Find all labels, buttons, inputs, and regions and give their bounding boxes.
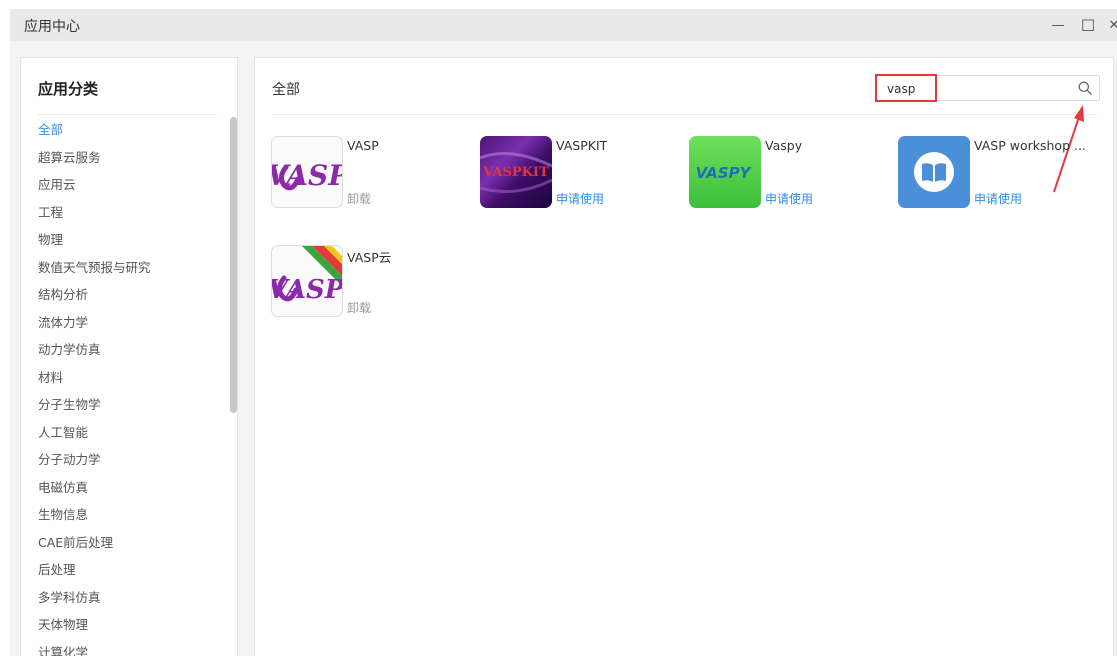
- category-item[interactable]: 分子生物学: [38, 396, 151, 424]
- uninstall-link[interactable]: 卸载: [347, 190, 371, 207]
- sidebar-title: 应用分类: [38, 80, 99, 98]
- search-highlight-box: [875, 74, 937, 102]
- app-name: VASP: [347, 138, 379, 153]
- category-item[interactable]: 电磁仿真: [38, 479, 151, 507]
- category-item[interactable]: 结构分析: [38, 286, 151, 314]
- category-item[interactable]: CAE前后处理: [38, 534, 151, 562]
- app-name: VASP云: [347, 250, 392, 265]
- app-name: VASP workshop ...: [974, 138, 1086, 153]
- category-list: 全部 超算云服务 应用云 工程 物理 数值天气预报与研究 结构分析 流体力学 动…: [38, 121, 151, 656]
- category-item[interactable]: 分子动力学: [38, 451, 151, 479]
- app-card-vaspy[interactable]: VASPY Vaspy 申请使用: [689, 136, 889, 216]
- category-item[interactable]: 生物信息: [38, 506, 151, 534]
- app-card-vasp[interactable]: VASP VASP 卸载: [271, 136, 471, 216]
- apply-link[interactable]: 申请使用: [556, 190, 604, 207]
- category-item[interactable]: 材料: [38, 369, 151, 397]
- search-icon[interactable]: [1077, 80, 1093, 96]
- apply-link[interactable]: 申请使用: [974, 190, 1022, 207]
- vaspy-logo-text: VASPY: [696, 164, 753, 182]
- category-item[interactable]: 天体物理: [38, 616, 151, 644]
- category-item[interactable]: 物理: [38, 231, 151, 259]
- category-item[interactable]: 人工智能: [38, 424, 151, 452]
- category-item[interactable]: 动力学仿真: [38, 341, 151, 369]
- category-item[interactable]: 多学科仿真: [38, 589, 151, 617]
- sidebar-scrollbar[interactable]: [230, 117, 237, 413]
- category-item[interactable]: 应用云: [38, 176, 151, 204]
- category-item[interactable]: 工程: [38, 204, 151, 232]
- maximize-icon: ☐: [1080, 15, 1096, 35]
- category-item[interactable]: 超算云服务: [38, 149, 151, 177]
- app-name: Vaspy: [765, 138, 803, 153]
- vaspkit-logo-text: VASPKIT: [482, 165, 549, 180]
- app-name: VASPKIT: [556, 138, 608, 153]
- minimize-button[interactable]: —: [1046, 13, 1070, 37]
- category-item[interactable]: 后处理: [38, 561, 151, 589]
- window-title: 应用中心: [24, 19, 80, 35]
- minimize-icon: —: [1051, 17, 1065, 33]
- category-item[interactable]: 流体力学: [38, 314, 151, 342]
- category-item[interactable]: 数值天气预报与研究: [38, 259, 151, 287]
- apply-link[interactable]: 申请使用: [765, 190, 813, 207]
- book-icon: [898, 136, 970, 208]
- category-sidebar: 应用分类 全部 超算云服务 应用云 工程 物理 数值天气预报与研究 结构分析 流…: [20, 57, 238, 656]
- window-titlebar: 应用中心 — ☐ ✕: [10, 9, 1117, 41]
- app-card-vasp-cloud[interactable]: VASP VASP云 卸载: [271, 245, 471, 325]
- vasp-logo-icon: VASP: [271, 136, 343, 208]
- vaspy-logo-icon: VASPY: [689, 136, 761, 208]
- category-heading: 全部: [272, 82, 300, 98]
- app-main-panel: 全部 VASP VASP 卸载: [254, 57, 1114, 656]
- close-icon: ✕: [1108, 17, 1117, 33]
- vasp-cloud-logo-text: VASP: [272, 275, 343, 305]
- maximize-button[interactable]: ☐: [1076, 13, 1100, 37]
- category-item[interactable]: 计算化学: [38, 644, 151, 656]
- app-card-vaspkit[interactable]: VASPKIT VASPKIT 申请使用: [480, 136, 680, 216]
- app-card-vasp-workshop[interactable]: VASP workshop ... 申请使用: [898, 136, 1098, 216]
- close-button[interactable]: ✕: [1102, 13, 1117, 37]
- vasp-logo-text: VASP: [272, 159, 343, 192]
- uninstall-link[interactable]: 卸载: [347, 299, 371, 316]
- sidebar-divider: [38, 114, 217, 115]
- category-item-all[interactable]: 全部: [38, 121, 151, 149]
- main-divider: [272, 114, 1097, 115]
- vasp-cloud-logo-icon: VASP: [271, 245, 343, 317]
- vaspkit-logo-icon: VASPKIT: [480, 136, 552, 208]
